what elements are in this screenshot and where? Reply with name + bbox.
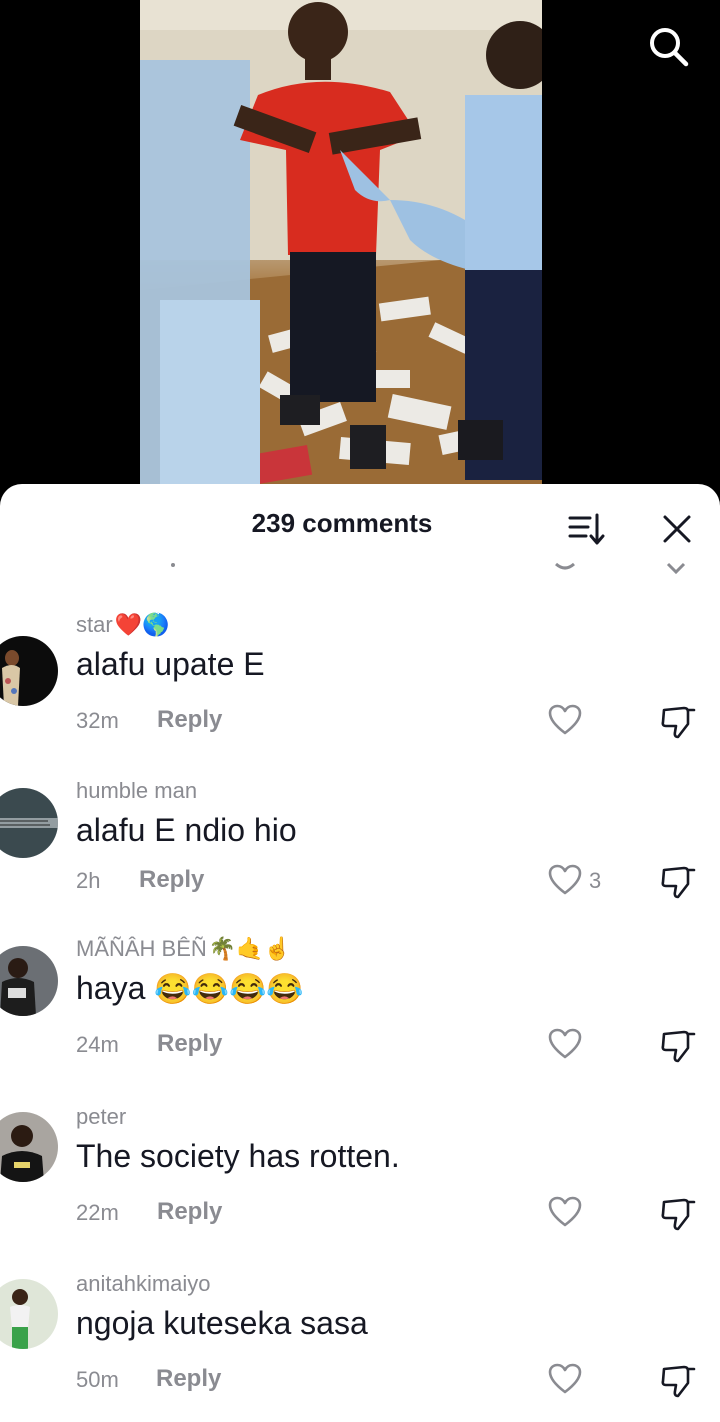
username-emoji: ❤️🌎 (114, 612, 170, 637)
thumbs-down-icon (661, 1198, 696, 1231)
comment-text: haya 😂😂😂😂 (76, 970, 304, 1006)
search-icon (650, 28, 689, 67)
comment-time: 24m (76, 1032, 119, 1057)
comment-text: The society has rotten. (76, 1138, 400, 1174)
heart-icon (548, 1196, 582, 1227)
like-button[interactable] (548, 704, 582, 736)
comment-time: 22m (76, 1200, 119, 1225)
like-button[interactable] (548, 864, 582, 896)
comments-sheet: 239 comments star❤️🌎 alafu upate E 32m R… (0, 484, 720, 1422)
avatar[interactable] (0, 1112, 58, 1182)
search-button[interactable] (646, 24, 690, 68)
close-comments-button[interactable] (660, 512, 694, 546)
comment-username: anitahkimaiyo (76, 1271, 211, 1296)
thumbs-down-icon (661, 706, 696, 739)
comment-item: anitahkimaiyo ngoja kuteseka sasa 50m Re… (0, 1271, 720, 1422)
comment-text: ngoja kuteseka sasa (76, 1305, 368, 1341)
reply-button[interactable]: Reply (157, 1030, 222, 1058)
dislike-button[interactable] (660, 1196, 696, 1232)
heart-icon (548, 864, 582, 895)
sort-comments-button[interactable] (568, 512, 606, 548)
heart-icon (548, 704, 582, 735)
dislike-button[interactable] (660, 704, 696, 740)
like-count: 3 (589, 868, 602, 893)
dislike-button[interactable] (660, 1363, 696, 1399)
video-frame (140, 0, 542, 484)
thumbs-down-icon (661, 1030, 696, 1063)
comment-item: humble man alafu E ndio hio 2h Reply 3 (0, 778, 720, 938)
dislike-button[interactable] (660, 1028, 696, 1064)
comment-time: 50m (76, 1367, 119, 1392)
avatar[interactable] (0, 636, 58, 706)
video-scene-image (140, 0, 542, 484)
thumbs-down-icon (661, 866, 696, 899)
sort-icon (568, 513, 605, 545)
comment-text: alafu upate E (76, 646, 265, 682)
like-button[interactable] (548, 1196, 582, 1228)
scrolled-row-remnant (171, 562, 686, 575)
comment-username: peter (76, 1104, 127, 1129)
comment-time: 32m (76, 708, 119, 733)
heart-icon (548, 1363, 582, 1394)
comment-item: star❤️🌎 alafu upate E 32m Reply (0, 612, 720, 772)
reply-button[interactable]: Reply (157, 1198, 222, 1226)
comment-text: alafu E ndio hio (76, 812, 297, 848)
thumbs-down-icon (661, 1365, 696, 1398)
dislike-button[interactable] (660, 864, 696, 900)
comment-username: humble man (76, 778, 198, 803)
reply-button[interactable]: Reply (157, 706, 222, 734)
like-button[interactable] (548, 1028, 582, 1060)
comment-item: MÃÑÂH BÊÑ🌴🤙☝ haya 😂😂😂😂 24m Reply (0, 936, 720, 1096)
reply-button[interactable]: Reply (139, 866, 204, 894)
comment-time: 2h (76, 868, 101, 893)
avatar[interactable] (0, 1279, 58, 1349)
heart-icon (548, 1028, 582, 1059)
comment-item: peter The society has rotten. 22m Reply (0, 1104, 720, 1264)
video-player[interactable] (0, 0, 720, 500)
avatar[interactable] (0, 946, 58, 1016)
reply-button[interactable]: Reply (156, 1365, 221, 1393)
close-icon (663, 515, 691, 543)
username-emoji: 🌴🤙☝ (208, 936, 291, 961)
comment-username: star❤️🌎 (76, 612, 170, 637)
comment-username: MÃÑÂH BÊÑ🌴🤙☝ (76, 936, 291, 961)
like-button[interactable] (548, 1363, 582, 1395)
comment-emoji: 😂😂😂😂 (154, 973, 304, 1006)
avatar[interactable] (0, 788, 58, 858)
